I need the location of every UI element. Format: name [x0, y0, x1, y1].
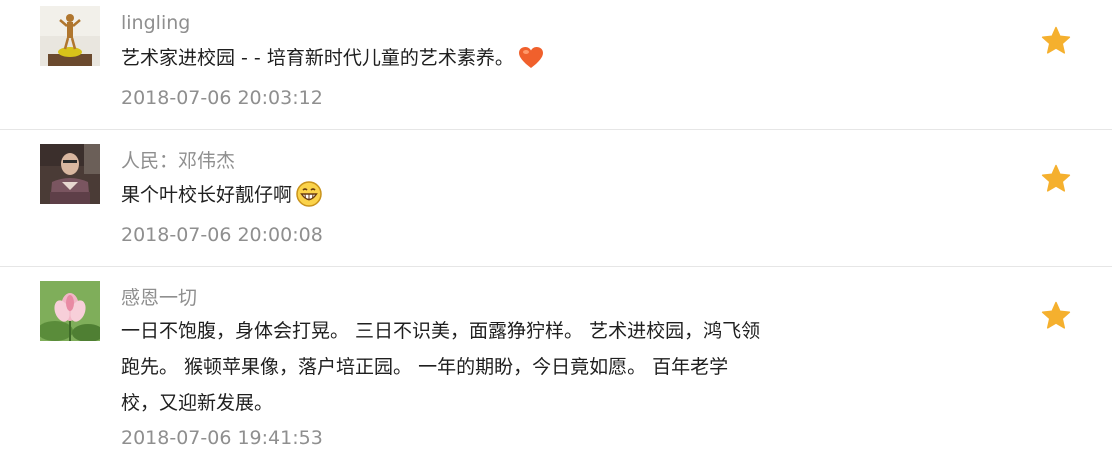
comment-item: 感恩一切 一日不饱腹，身体会打晃。 三日不识美，面露狰狞样。 艺术进校园，鸿飞领… — [0, 267, 1112, 469]
comment-item: 人民：邓伟杰 果个叶校长好靓仔啊 2018-07-06 20:00:08 — [0, 130, 1112, 266]
star-icon[interactable] — [1040, 163, 1072, 195]
comment-nickname: 人民：邓伟杰 — [121, 150, 236, 172]
comment-nickname: lingling — [121, 12, 191, 34]
comment-content-line: 一日不饱腹，身体会打晃。 三日不识美，面露狰狞样。 艺术进校园，鸿飞领 — [121, 320, 761, 342]
comment-timestamp: 2018-07-06 20:00:08 — [121, 224, 323, 246]
comment-timestamp: 2018-07-06 20:03:12 — [121, 87, 323, 109]
comment-list: lingling 艺术家进校园 - - 培育新时代儿童的艺术素养。 2018-0… — [0, 0, 1112, 469]
comment-content-line: 艺术家进校园 - - 培育新时代儿童的艺术素养。 — [121, 40, 841, 82]
avatar[interactable] — [40, 6, 100, 66]
star-icon[interactable] — [1040, 25, 1072, 57]
comment-content-line: 跑先。 猴顿苹果像，落户培正园。 一年的期盼，今日竟如愿。 百年老学 — [121, 356, 729, 378]
comment-content-line: 果个叶校长好靓仔啊 — [121, 177, 841, 219]
grinning-face-emoji — [296, 181, 322, 219]
comment-content: 一日不饱腹，身体会打晃。 三日不识美，面露狰狞样。 艺术进校园，鸿飞领 跑先。 … — [121, 313, 841, 421]
comment-timestamp: 2018-07-06 19:41:53 — [121, 427, 323, 449]
comment-content: 果个叶校长好靓仔啊 — [121, 177, 841, 219]
heart-emoji — [518, 46, 544, 82]
comment-text: 果个叶校长好靓仔啊 — [121, 184, 293, 206]
comment-nickname: 感恩一切 — [121, 287, 198, 309]
star-icon[interactable] — [1040, 300, 1072, 332]
avatar[interactable] — [40, 281, 100, 341]
comment-content: 艺术家进校园 - - 培育新时代儿童的艺术素养。 — [121, 40, 841, 82]
comment-content-line: 校，又迎新发展。 — [121, 392, 274, 414]
comment-text: 艺术家进校园 - - 培育新时代儿童的艺术素养。 — [121, 47, 514, 69]
statue-avatar-image — [40, 6, 100, 66]
person-avatar-image — [40, 144, 100, 204]
comment-item: lingling 艺术家进校园 - - 培育新时代儿童的艺术素养。 2018-0… — [0, 0, 1112, 129]
lotus-avatar-image — [40, 281, 100, 341]
avatar[interactable] — [40, 144, 100, 204]
